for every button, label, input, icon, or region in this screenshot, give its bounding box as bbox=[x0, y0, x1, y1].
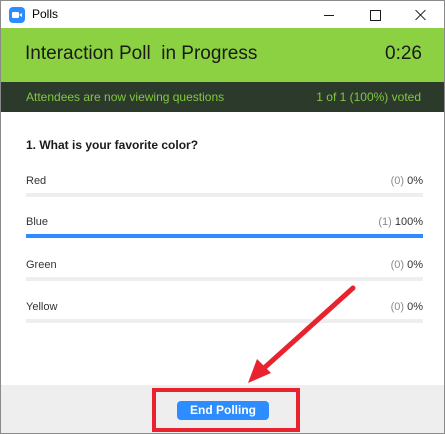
poll-option-blue: Blue (1) 100% bbox=[26, 216, 423, 246]
option-result: (0) 0% bbox=[391, 301, 423, 313]
option-label: Yellow bbox=[26, 301, 58, 313]
result-bar-track bbox=[26, 193, 423, 197]
poll-option-green: Green (0) 0% bbox=[26, 259, 423, 289]
result-bar-track bbox=[26, 234, 423, 238]
result-bar-track bbox=[26, 319, 423, 323]
option-count: (1) bbox=[378, 216, 392, 228]
option-percent: 0% bbox=[407, 259, 423, 271]
option-result: (0) 0% bbox=[391, 259, 423, 271]
vote-count-text: 1 of 1 (100%) voted bbox=[316, 90, 421, 104]
maximize-icon bbox=[369, 9, 381, 21]
title-bar: Polls bbox=[1, 1, 444, 28]
poll-question: 1. What is your favorite color? bbox=[26, 138, 199, 152]
poll-status-bar: Attendees are now viewing questions 1 of… bbox=[1, 82, 444, 112]
zoom-app-icon bbox=[9, 7, 25, 23]
result-bar-fill bbox=[26, 234, 423, 238]
attendee-status-text: Attendees are now viewing questions bbox=[26, 90, 225, 104]
option-result: (1) 100% bbox=[378, 216, 423, 228]
minimize-icon bbox=[324, 14, 334, 16]
option-percent: 0% bbox=[407, 175, 423, 187]
option-count: (0) bbox=[390, 259, 405, 271]
option-label: Green bbox=[26, 259, 57, 271]
poll-option-yellow: Yellow (0) 0% bbox=[26, 301, 423, 331]
option-result: (0) 0% bbox=[391, 175, 423, 187]
close-icon bbox=[415, 9, 427, 21]
annotation-highlight-box bbox=[152, 388, 300, 432]
result-bar-track bbox=[26, 277, 423, 281]
poll-title: Interaction Poll in Progress bbox=[25, 43, 258, 64]
window-title: Polls bbox=[32, 7, 59, 21]
close-button[interactable] bbox=[398, 1, 444, 28]
poll-option-red: Red (0) 0% bbox=[26, 175, 423, 205]
poll-timer: 0:26 bbox=[385, 43, 422, 64]
option-label: Blue bbox=[26, 216, 49, 228]
poll-status-header: Interaction Poll in Progress 0:26 bbox=[1, 28, 444, 82]
option-percent: 100% bbox=[394, 216, 423, 228]
option-label: Red bbox=[26, 175, 47, 187]
option-count: (0) bbox=[390, 175, 405, 187]
minimize-button[interactable] bbox=[306, 1, 352, 28]
option-percent: 0% bbox=[407, 301, 423, 313]
maximize-button[interactable] bbox=[352, 1, 398, 28]
option-count: (0) bbox=[390, 301, 405, 313]
annotation-arrow-head bbox=[248, 359, 271, 383]
polls-window: Polls Interaction Poll in Progress 0:26 … bbox=[0, 0, 445, 434]
